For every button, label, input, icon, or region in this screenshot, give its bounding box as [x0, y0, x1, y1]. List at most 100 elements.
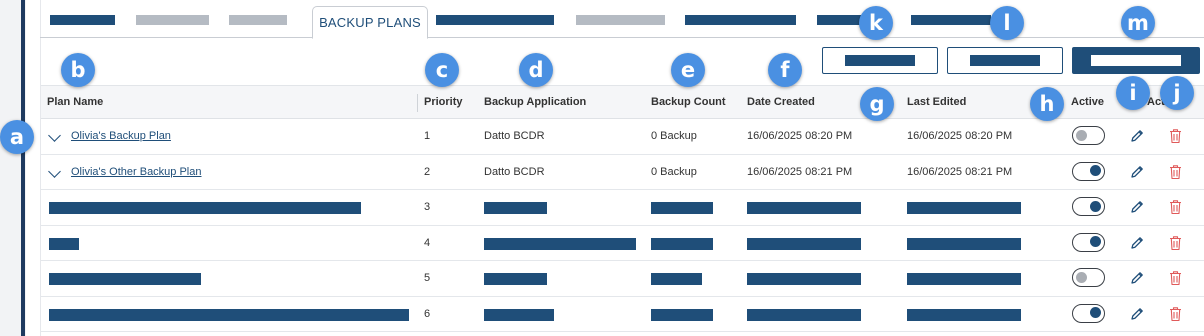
active-toggle[interactable]	[1072, 268, 1105, 287]
trash-icon[interactable]	[1169, 199, 1182, 215]
active-toggle[interactable]	[1072, 197, 1105, 216]
backup-application-redacted	[484, 308, 554, 321]
toolbar-primary-button[interactable]	[1072, 47, 1200, 74]
annotation-badge: k	[859, 6, 893, 40]
priority-cell: 2	[424, 165, 431, 178]
tab-backup-plans[interactable]: BACKUP PLANS	[312, 6, 428, 39]
backup-plans-page: BACKUP PLANS Plan Name Priority Backup A…	[0, 0, 1204, 336]
annotation-badge: i	[1116, 76, 1150, 110]
last-edited-redacted	[907, 273, 1021, 285]
priority-cell: 6	[424, 307, 431, 320]
tab-redacted-3[interactable]	[229, 15, 287, 25]
toolbar-primary-button-label	[1091, 55, 1181, 66]
tab-strip: BACKUP PLANS	[40, 0, 1204, 39]
plan-name-link[interactable]: Olivia's Backup Plan	[71, 130, 171, 142]
table-row: 3	[41, 190, 1204, 226]
annotation-badge: h	[1030, 87, 1064, 121]
pencil-icon[interactable]	[1129, 270, 1145, 286]
header-backup-application[interactable]: Backup Application	[484, 96, 586, 108]
backup-count-cell: 0 Backup	[651, 130, 697, 142]
table-row: Olivia's Other Backup Plan 2 Datto BCDR …	[41, 155, 1204, 190]
tab-redacted-2[interactable]	[136, 15, 209, 25]
tab-redacted-5[interactable]	[576, 15, 665, 25]
backup-count-redacted	[651, 273, 702, 285]
chevron-down-icon[interactable]	[48, 164, 61, 178]
sidebar-edge	[21, 0, 25, 336]
backup-count-redacted	[651, 202, 713, 214]
table-row: 4	[41, 226, 1204, 261]
backup-application-redacted	[484, 237, 636, 250]
priority-cell: 5	[424, 272, 431, 284]
pencil-icon[interactable]	[1129, 306, 1145, 322]
backup-application-cell: Datto BCDR	[484, 165, 545, 178]
last-edited-cell: 16/06/2025 08:21 PM	[907, 165, 1013, 178]
table-row: 5	[41, 261, 1204, 297]
annotation-badge: g	[860, 87, 894, 121]
date-created-redacted	[747, 273, 861, 285]
pencil-icon[interactable]	[1129, 199, 1145, 215]
backup-count-redacted	[651, 308, 713, 321]
header-last-edited[interactable]: Last Edited	[907, 96, 966, 108]
annotation-badge: c	[425, 53, 459, 87]
tab-redacted-1[interactable]	[50, 15, 115, 25]
annotation-badge: f	[768, 53, 802, 87]
date-created-redacted	[747, 308, 861, 321]
backup-plans-table: Plan Name Priority Backup Application Ba…	[41, 85, 1204, 332]
chevron-down-icon[interactable]	[48, 129, 61, 142]
backup-application-redacted	[484, 273, 547, 285]
date-created-redacted	[747, 202, 861, 214]
last-edited-redacted	[907, 308, 1021, 321]
trash-icon[interactable]	[1169, 235, 1182, 251]
plan-name-redacted[interactable]	[49, 308, 409, 321]
backup-application-redacted	[484, 202, 547, 214]
last-edited-redacted	[907, 202, 1021, 214]
priority-cell: 4	[424, 236, 431, 249]
header-plan-name[interactable]: Plan Name	[47, 96, 103, 108]
annotation-badge: j	[1160, 76, 1194, 110]
last-edited-redacted	[907, 237, 1021, 250]
trash-icon[interactable]	[1169, 128, 1182, 144]
plan-name-redacted[interactable]	[49, 202, 361, 214]
pencil-icon[interactable]	[1129, 235, 1145, 251]
toolbar-button-2[interactable]	[947, 47, 1063, 74]
pencil-icon[interactable]	[1129, 164, 1145, 180]
table-row: 6	[41, 297, 1204, 332]
trash-icon[interactable]	[1169, 164, 1182, 180]
tab-redacted-4[interactable]	[436, 15, 554, 25]
toolbar-button-1-label	[845, 55, 915, 66]
active-toggle[interactable]	[1072, 161, 1105, 181]
annotation-badge: d	[519, 53, 553, 87]
tab-redacted-8[interactable]	[911, 15, 991, 25]
annotation-badge: a	[0, 120, 34, 154]
header-date-created[interactable]: Date Created	[747, 96, 815, 108]
priority-cell: 3	[424, 201, 431, 213]
header-active[interactable]: Active	[1071, 96, 1104, 108]
date-created-redacted	[747, 237, 861, 250]
active-toggle[interactable]	[1072, 126, 1105, 145]
header-priority[interactable]: Priority	[424, 96, 463, 108]
plan-name-link[interactable]: Olivia's Other Backup Plan	[71, 166, 202, 178]
last-edited-cell: 16/06/2025 08:20 PM	[907, 130, 1013, 142]
annotation-badge: b	[61, 53, 95, 87]
plan-name-redacted[interactable]	[49, 273, 201, 285]
annotation-badge: m	[1121, 6, 1155, 40]
priority-cell: 1	[424, 130, 431, 142]
backup-count-redacted	[651, 237, 713, 250]
toolbar-button-2-label	[970, 55, 1040, 66]
header-backup-count[interactable]: Backup Count	[651, 96, 726, 108]
date-created-cell: 16/06/2025 08:20 PM	[747, 130, 853, 142]
active-toggle[interactable]	[1072, 303, 1105, 323]
plan-name-redacted[interactable]	[49, 237, 79, 250]
trash-icon[interactable]	[1169, 270, 1182, 286]
annotation-badge: l	[990, 6, 1024, 40]
backup-application-cell: Datto BCDR	[484, 130, 545, 142]
trash-icon[interactable]	[1169, 306, 1182, 322]
annotation-badge: e	[671, 53, 705, 87]
backup-count-cell: 0 Backup	[651, 165, 697, 178]
active-toggle[interactable]	[1072, 232, 1105, 252]
pencil-icon[interactable]	[1129, 128, 1145, 144]
column-resize-handle[interactable]	[417, 94, 418, 112]
tab-redacted-6[interactable]	[685, 15, 796, 25]
table-row: Olivia's Backup Plan 1 Datto BCDR 0 Back…	[41, 119, 1204, 155]
toolbar-button-1[interactable]	[822, 47, 938, 74]
